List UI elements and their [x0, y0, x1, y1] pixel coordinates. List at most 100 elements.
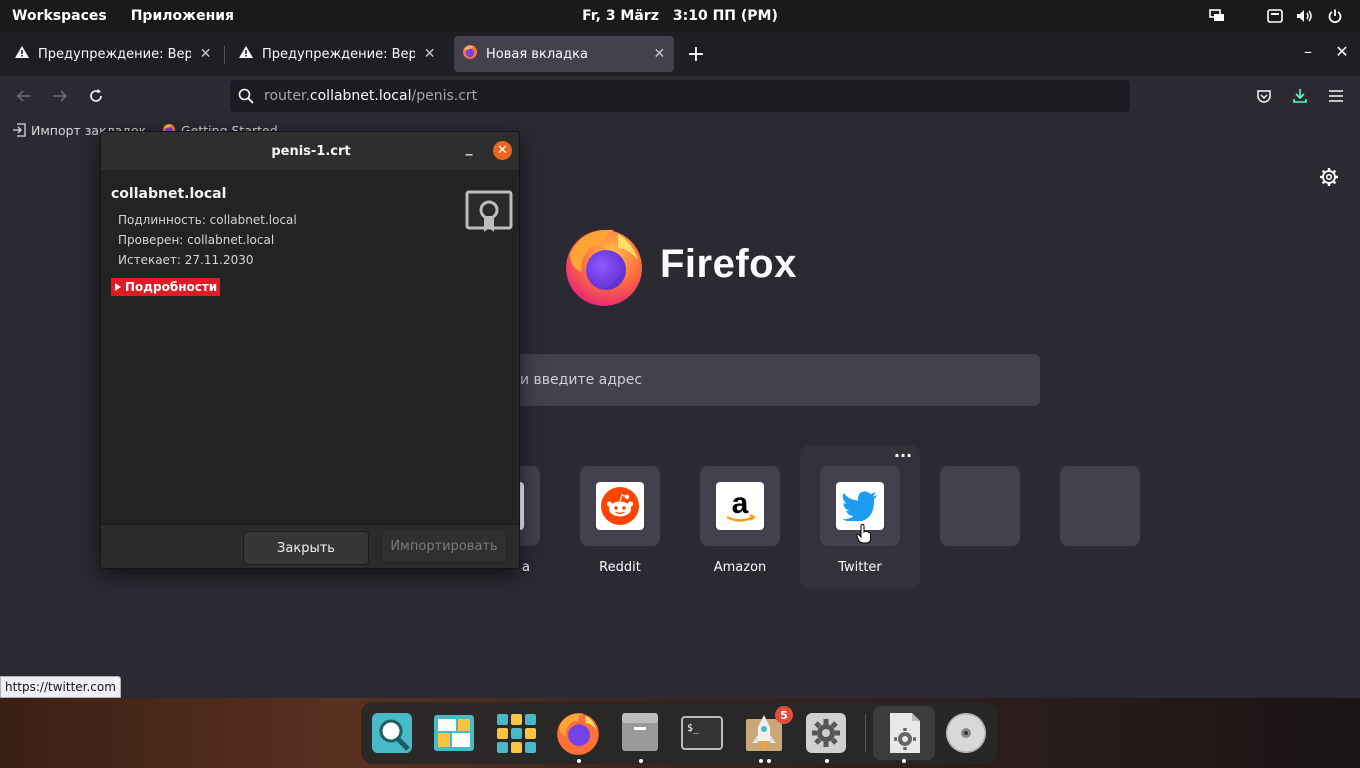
twitter-icon	[836, 482, 884, 530]
power-icon[interactable]	[1326, 7, 1344, 25]
personalize-settings-button[interactable]	[1318, 166, 1340, 188]
close-window-icon[interactable]: ✕	[1332, 42, 1352, 61]
tab-divider	[224, 46, 225, 64]
certificate-issued-to: Подлинность: collabnet.local	[118, 213, 297, 227]
applications-menu[interactable]: Приложения	[131, 8, 234, 24]
tab-strip: Предупреждение: Вероятная угроза безопас…	[0, 32, 1360, 76]
url-prefix: router.	[264, 88, 310, 104]
url-path: /penis.crt	[411, 88, 478, 104]
dialog-titlebar[interactable]: penis-1.crt _ ✕	[101, 132, 519, 170]
search-placeholder: и введите адрес	[520, 372, 643, 388]
close-tab-icon[interactable]: ✕	[199, 46, 212, 62]
terminal-icon[interactable]: $_	[679, 710, 725, 756]
svg-text:$_: $_	[687, 723, 700, 734]
certificate-expires: Истекает: 27.11.2030	[118, 253, 254, 267]
close-tab-icon[interactable]: ✕	[653, 46, 666, 62]
dialog-title: penis-1.crt	[271, 143, 351, 159]
tab-warning-2[interactable]: Предупреждение: Вероятная угроза безопас…	[230, 36, 444, 72]
top-site-reddit[interactable]: Reddit	[580, 466, 660, 575]
clock-time[interactable]: 3:10 ПП (PM)	[673, 8, 778, 24]
expander-arrow-icon	[115, 283, 121, 291]
file-cabinet-icon[interactable]	[617, 710, 663, 756]
url-text[interactable]: router.collabnet.local/penis.crt	[264, 88, 477, 104]
clock-date[interactable]: Fr, 3 März	[582, 8, 659, 24]
back-arrow-icon	[16, 90, 31, 102]
top-panel: Workspaces Приложения Fr, 3 März 3:10 ПП…	[0, 0, 1360, 32]
certificate-viewer-dock-icon[interactable]	[881, 710, 927, 756]
update-count-badge: 5	[775, 706, 793, 724]
tile-box: a	[700, 466, 780, 546]
link-status-bar: https://twitter.com	[0, 676, 121, 698]
top-site-empty[interactable]	[940, 466, 1020, 546]
reddit-icon	[596, 482, 644, 530]
tab-warning-1[interactable]: Предупреждение: Вероятная угроза безопас…	[6, 36, 220, 72]
hamburger-icon	[1329, 90, 1343, 102]
firefox-logo-icon	[562, 224, 646, 308]
tab-title: Предупреждение: Вероятная угроза безопас…	[262, 46, 416, 62]
details-expander[interactable]: Подробности	[111, 278, 221, 296]
back-button[interactable]	[12, 84, 36, 108]
search-icon	[238, 88, 254, 104]
running-indicator	[577, 759, 581, 763]
firefox-wordmark: Firefox	[660, 242, 797, 286]
reload-icon	[90, 89, 102, 102]
top-site-twitter[interactable]: Twitter	[820, 466, 900, 575]
forward-button[interactable]	[48, 84, 72, 108]
firefox-icon	[462, 44, 478, 64]
tab-title: Новая вкладка	[486, 46, 588, 62]
running-indicator	[767, 759, 771, 763]
tile-label: Twitter	[838, 560, 882, 575]
new-tab-button[interactable]: +	[684, 40, 708, 68]
details-label: Подробности	[125, 280, 218, 294]
firefox-dock-icon[interactable]	[555, 710, 601, 756]
svg-text:a: a	[732, 487, 749, 520]
running-indicator	[825, 759, 829, 763]
search-app-icon[interactable]	[369, 710, 415, 756]
tab-new-tab[interactable]: Новая вкладка ✕	[454, 36, 674, 72]
tab-title: Предупреждение: Вероятная угроза безопас…	[38, 46, 192, 62]
url-bar[interactable]: router.collabnet.local/penis.crt	[230, 80, 1130, 112]
tile-label: Amazon	[713, 560, 767, 575]
minimize-icon[interactable]: _	[459, 140, 479, 160]
dock-separator	[865, 714, 866, 752]
certificate-verified-by: Проверен: collabnet.local	[118, 233, 275, 247]
amazon-icon: a	[716, 482, 764, 530]
tile-label: Reddit	[599, 560, 641, 575]
tile-context-menu-icon[interactable]: ···	[892, 446, 914, 466]
files-manager-icon[interactable]	[431, 710, 477, 756]
keyboard-layout-icon[interactable]	[1266, 7, 1284, 25]
running-indicator	[902, 759, 906, 763]
disc-icon[interactable]	[943, 710, 989, 756]
app-grid-icon[interactable]	[493, 710, 539, 756]
reload-button[interactable]	[84, 84, 108, 108]
pocket-button[interactable]	[1252, 84, 1276, 108]
certificate-icon	[465, 190, 513, 236]
volume-icon[interactable]	[1296, 7, 1314, 25]
import-button[interactable]: Импортировать	[381, 529, 507, 563]
close-dialog-icon[interactable]: ✕	[493, 141, 512, 160]
downloads-button[interactable]	[1288, 84, 1312, 108]
pocket-icon	[1257, 90, 1271, 103]
tile-box	[1060, 466, 1140, 546]
download-icon	[1293, 89, 1307, 103]
forward-arrow-icon	[53, 90, 68, 102]
top-site-empty[interactable]	[1060, 466, 1140, 546]
tile-box	[580, 466, 660, 546]
certificate-host: collabnet.local	[111, 186, 227, 202]
url-host: collabnet.local	[309, 88, 412, 104]
navigation-toolbar: router.collabnet.local/penis.crt	[0, 76, 1360, 116]
tile-box	[940, 466, 1020, 546]
screen-sharing-icon[interactable]	[1208, 7, 1226, 25]
warning-icon	[14, 45, 30, 63]
running-indicator	[759, 759, 763, 763]
warning-icon	[238, 45, 254, 63]
top-site-amazon[interactable]: a Amazon	[700, 466, 780, 575]
close-button[interactable]: Закрыть	[243, 531, 369, 565]
workspaces-button[interactable]: Workspaces	[12, 8, 107, 24]
import-icon	[13, 123, 26, 137]
certificate-viewer-dialog: penis-1.crt _ ✕ collabnet.local Подлинно…	[100, 131, 520, 569]
minimize-window-icon[interactable]: –	[1298, 42, 1318, 61]
settings-dock-icon[interactable]	[803, 710, 849, 756]
close-tab-icon[interactable]: ✕	[423, 46, 436, 62]
menu-button[interactable]	[1324, 84, 1348, 108]
